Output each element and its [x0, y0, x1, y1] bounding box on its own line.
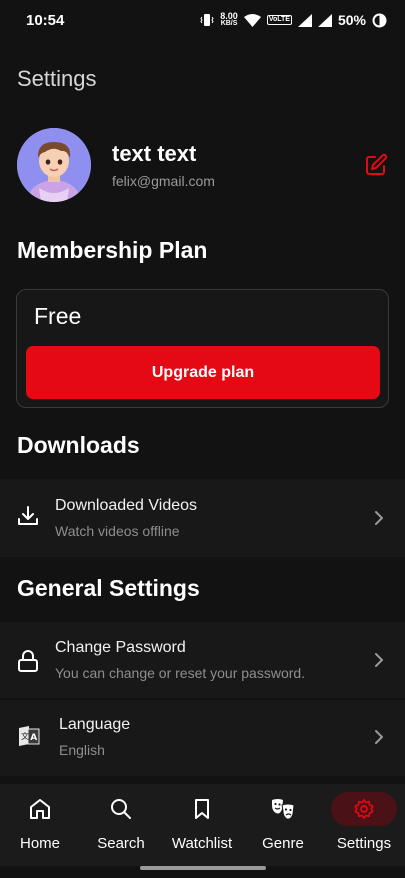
network-speed-unit: KB/S	[220, 20, 238, 27]
nav-search-label: Search	[97, 835, 145, 852]
profile-card: text text felix@gmail.com	[17, 128, 391, 202]
language-item[interactable]: 文 A Language English	[0, 700, 405, 776]
language-title: Language	[59, 716, 131, 733]
edit-icon[interactable]	[364, 153, 388, 177]
nav-watchlist-icon-wrap	[172, 792, 232, 826]
membership-heading: Membership Plan	[17, 237, 208, 263]
profile-name: text text	[112, 141, 197, 166]
nav-home-label: Home	[19, 835, 60, 852]
vibrate-icon	[200, 14, 214, 26]
chevron-right-icon	[375, 653, 383, 667]
language-value: English	[59, 742, 105, 758]
downloaded-videos-title: Downloaded Videos	[55, 497, 198, 514]
downloads-heading: Downloads	[17, 432, 140, 458]
volte-badge: VoLTE	[266, 15, 292, 25]
plan-card: Free Upgrade plan	[16, 289, 389, 408]
nav-home[interactable]: Home	[4, 792, 76, 854]
profile-email: felix@gmail.com	[112, 173, 215, 189]
change-password-title: Change Password	[55, 639, 186, 656]
signal-icon	[297, 13, 312, 27]
status-icons: 8.00 KB/S VoLTE 50%	[200, 12, 387, 28]
downloaded-videos-item[interactable]: Downloaded Videos Watch videos offline	[0, 479, 405, 557]
general-settings-heading: General Settings	[17, 575, 200, 601]
home-icon	[30, 799, 50, 819]
avatar[interactable]	[17, 128, 91, 202]
nav-settings-label: Settings	[336, 835, 392, 852]
status-bar: 10:54 8.00 KB/S VoLTE 50%	[0, 0, 405, 40]
change-password-item[interactable]: Change Password You can change or reset …	[0, 622, 405, 698]
upgrade-plan-button[interactable]: Upgrade plan	[26, 346, 380, 399]
downloaded-videos-subtitle: Watch videos offline	[55, 523, 180, 539]
chevron-right-icon	[375, 511, 383, 525]
gear-icon	[354, 799, 374, 819]
svg-text:A: A	[30, 733, 37, 743]
theater-masks-icon	[272, 799, 295, 820]
nav-watchlist-label: Watchlist	[171, 835, 233, 852]
translate-icon: 文 A	[19, 726, 40, 746]
nav-home-icon-wrap	[10, 792, 70, 826]
nav-genre-label: Genre	[262, 835, 304, 852]
search-icon	[111, 799, 131, 819]
page-title: Settings	[17, 66, 97, 91]
nav-search-icon-wrap	[91, 792, 151, 826]
battery-percent: 50%	[337, 12, 366, 28]
lock-icon	[18, 650, 38, 672]
svg-text:文: 文	[21, 731, 29, 741]
nav-settings-icon-wrap	[331, 792, 397, 826]
plan-name: Free	[34, 303, 82, 329]
chevron-right-icon	[375, 730, 383, 744]
download-icon	[18, 506, 38, 525]
battery-icon	[372, 13, 387, 27]
avatar-image	[17, 128, 91, 202]
nav-genre[interactable]: Genre	[247, 792, 319, 854]
nav-search[interactable]: Search	[85, 792, 157, 854]
nav-genre-icon-wrap	[253, 792, 313, 826]
nav-settings[interactable]: Settings	[328, 792, 400, 854]
bottom-nav: Home Search Watchlist Genre Settings	[0, 784, 405, 866]
nav-watchlist[interactable]: Watchlist	[166, 792, 238, 854]
wifi-icon	[243, 13, 261, 27]
home-indicator[interactable]	[140, 866, 266, 870]
bookmark-icon	[195, 799, 209, 819]
network-speed-value: 8.00	[220, 11, 238, 21]
network-speed: 8.00 KB/S	[220, 11, 238, 28]
change-password-subtitle: You can change or reset your password.	[55, 665, 306, 681]
signal-icon	[317, 13, 332, 27]
status-time: 10:54	[26, 11, 65, 29]
